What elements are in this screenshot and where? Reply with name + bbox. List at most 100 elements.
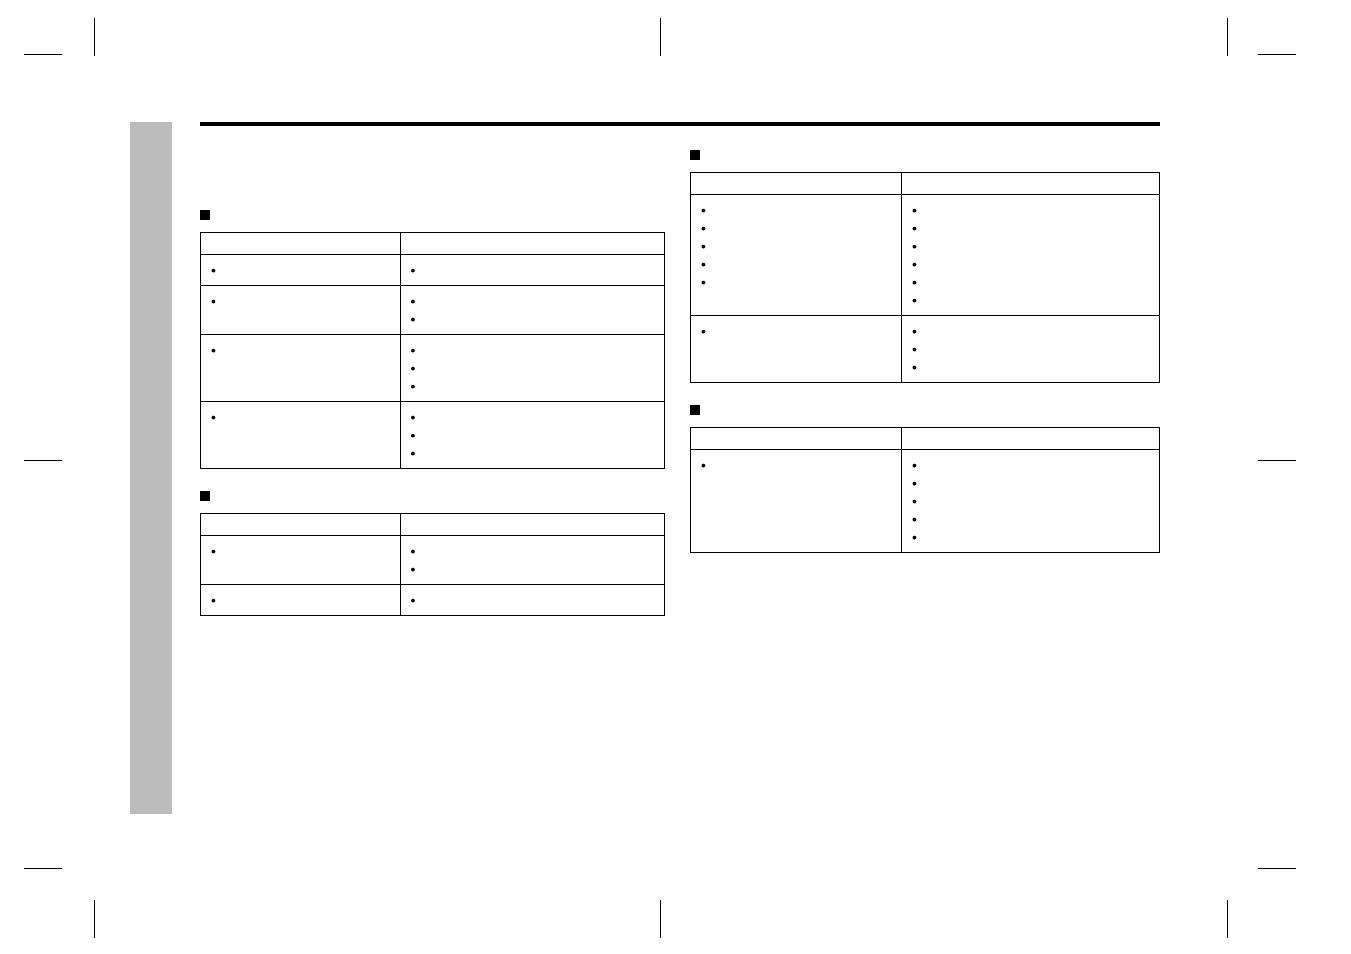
- bullet-list: [910, 201, 1151, 309]
- crop-mark: [1227, 900, 1228, 938]
- list-item: [910, 510, 1151, 528]
- list-item: [699, 219, 893, 237]
- list-item: [910, 528, 1151, 546]
- cause-cell: [201, 585, 401, 616]
- bullet-list: [910, 322, 1151, 376]
- cause-cell: [201, 255, 401, 286]
- table-row: [201, 286, 665, 335]
- cause-cell: [691, 450, 902, 553]
- table-row: [201, 585, 665, 616]
- solution-cell: [400, 585, 664, 616]
- crop-mark: [24, 868, 62, 869]
- bullet-list: [409, 591, 656, 609]
- list-item: [409, 310, 656, 328]
- list-item: [209, 341, 392, 359]
- solution-cell: [400, 255, 664, 286]
- solution-cell: [400, 335, 664, 402]
- list-item: [699, 456, 893, 474]
- troubleshooting-table-b: [200, 513, 665, 616]
- list-item: [209, 591, 392, 609]
- bullet-list: [699, 322, 893, 340]
- table-row: [201, 335, 665, 402]
- list-item: [910, 322, 1151, 340]
- list-item: [209, 292, 392, 310]
- troubleshooting-table-d: [690, 427, 1160, 553]
- table-row: [691, 195, 1160, 316]
- list-item: [699, 237, 893, 255]
- list-item: [409, 292, 656, 310]
- bullet-list: [409, 261, 656, 279]
- bullet-list: [409, 341, 656, 395]
- crop-mark: [94, 18, 95, 56]
- cause-cell: [691, 195, 902, 316]
- crop-mark: [660, 18, 661, 56]
- table-row: [201, 402, 665, 469]
- section-heading-b: [200, 487, 665, 503]
- list-item: [910, 237, 1151, 255]
- left-column: [200, 140, 665, 634]
- tbody-c: [691, 195, 1160, 383]
- section-heading-c: [690, 146, 1160, 162]
- crop-mark: [660, 900, 661, 938]
- list-item: [699, 273, 893, 291]
- crop-mark: [94, 900, 95, 938]
- square-bullet-icon: [690, 405, 700, 415]
- cause-cell: [201, 335, 401, 402]
- list-item: [409, 377, 656, 395]
- list-item: [910, 273, 1151, 291]
- list-item: [910, 201, 1151, 219]
- list-item: [409, 341, 656, 359]
- table-row: [201, 255, 665, 286]
- bullet-list: [699, 201, 893, 291]
- table-row: [201, 536, 665, 585]
- col-header-cause: [201, 233, 401, 255]
- section-divider: [200, 122, 1160, 126]
- troubleshooting-table-a: [200, 232, 665, 469]
- bullet-list: [209, 341, 392, 359]
- col-header-cause: [201, 514, 401, 536]
- sidebar-tab: [130, 122, 172, 814]
- solution-cell: [902, 316, 1160, 383]
- bullet-list: [209, 542, 392, 560]
- tbody-d: [691, 450, 1160, 553]
- solution-cell: [902, 195, 1160, 316]
- list-item: [409, 261, 656, 279]
- col-header-cause: [691, 173, 902, 195]
- list-item: [409, 426, 656, 444]
- list-item: [910, 358, 1151, 376]
- bullet-list: [209, 261, 392, 279]
- list-item: [910, 255, 1151, 273]
- col-header-cause: [691, 428, 902, 450]
- solution-cell: [400, 402, 664, 469]
- solution-cell: [400, 286, 664, 335]
- bullet-list: [209, 408, 392, 426]
- list-item: [209, 408, 392, 426]
- bullet-list: [910, 456, 1151, 546]
- list-item: [209, 542, 392, 560]
- crop-mark: [24, 460, 62, 461]
- col-header-solution: [902, 428, 1160, 450]
- solution-cell: [902, 450, 1160, 553]
- right-column: [690, 140, 1160, 571]
- tbody-b: [201, 536, 665, 616]
- col-header-solution: [400, 233, 664, 255]
- cause-cell: [691, 316, 902, 383]
- solution-cell: [400, 536, 664, 585]
- crop-mark: [1227, 18, 1228, 56]
- list-item: [910, 219, 1151, 237]
- list-item: [409, 560, 656, 578]
- list-item: [409, 591, 656, 609]
- list-item: [910, 340, 1151, 358]
- col-header-solution: [400, 514, 664, 536]
- section-heading-a: [200, 206, 665, 222]
- square-bullet-icon: [690, 150, 700, 160]
- crop-mark: [1258, 868, 1296, 869]
- list-item: [409, 444, 656, 462]
- list-item: [910, 474, 1151, 492]
- crop-mark: [24, 54, 62, 55]
- bullet-list: [209, 591, 392, 609]
- tbody-a: [201, 255, 665, 469]
- table-row: [691, 316, 1160, 383]
- crop-mark: [1258, 460, 1296, 461]
- bullet-list: [209, 292, 392, 310]
